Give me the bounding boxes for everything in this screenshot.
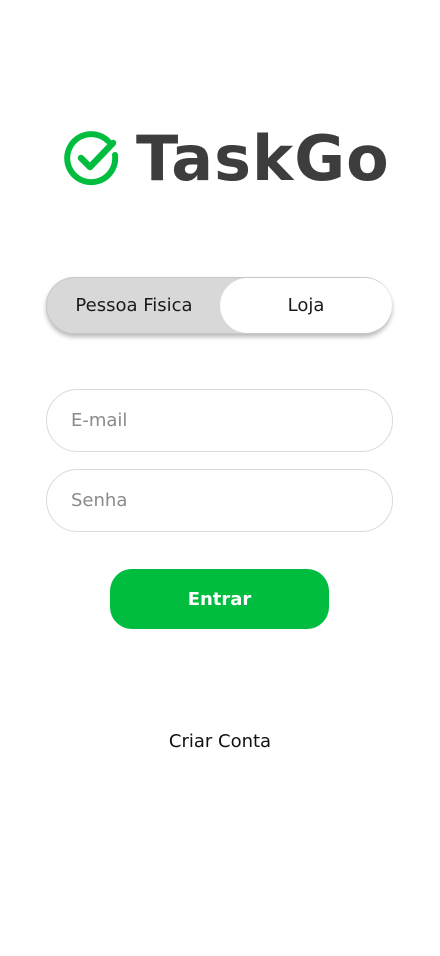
account-type-option-loja[interactable]: Loja xyxy=(220,278,392,333)
app-name: TaskGo xyxy=(136,122,390,195)
account-type-toggle: Pessoa Fisica Loja xyxy=(46,277,392,334)
app-logo: TaskGo xyxy=(64,122,390,196)
account-type-option-pessoa-fisica[interactable]: Pessoa Fisica xyxy=(47,278,221,333)
password-input[interactable] xyxy=(46,469,393,532)
email-input[interactable] xyxy=(46,389,393,452)
create-account-link[interactable]: Criar Conta xyxy=(0,731,440,752)
check-circle-icon xyxy=(64,131,119,186)
login-button[interactable]: Entrar xyxy=(110,569,329,629)
